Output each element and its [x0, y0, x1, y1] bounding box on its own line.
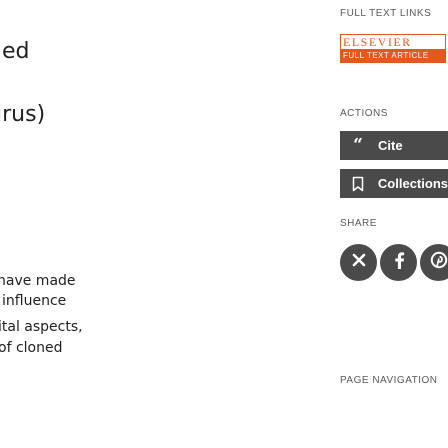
full-text-links-heading: FULL TEXT LINKS	[340, 8, 432, 19]
collections-button[interactable]: Collections	[340, 169, 448, 198]
article-title-fragment: ed	[2, 39, 30, 64]
collections-button-label: Collections	[377, 176, 448, 191]
article-title-fragment: irus)	[0, 102, 46, 127]
publisher-brand: ELSEVIER	[341, 35, 445, 49]
actions-heading: ACTIONS	[340, 108, 388, 119]
cite-button-label: Cite	[378, 138, 403, 153]
abstract-text-fragment: influence	[2, 293, 67, 309]
share-pinterest-button[interactable]	[420, 244, 448, 281]
abstract-text-fragment: of cloned	[0, 340, 63, 356]
share-heading: SHARE	[340, 218, 377, 229]
article-content: ed irus) have made influence ital aspect…	[0, 0, 150, 448]
elsevier-full-text-link[interactable]: ELSEVIER FULL TEXT ARTICLE	[340, 34, 446, 63]
bookmark-icon	[348, 176, 368, 192]
publisher-link-label: FULL TEXT ARTICLE	[341, 49, 445, 62]
email-icon	[351, 252, 367, 273]
pinterest-icon	[430, 251, 448, 274]
share-buttons	[340, 244, 448, 284]
cite-button[interactable]: “ Cite	[340, 131, 448, 160]
facebook-icon	[393, 251, 405, 274]
page-navigation-heading: PAGE NAVIGATION	[340, 375, 438, 386]
share-facebook-button[interactable]	[380, 244, 417, 281]
quote-icon: “	[353, 135, 363, 155]
share-email-button[interactable]	[340, 244, 377, 281]
